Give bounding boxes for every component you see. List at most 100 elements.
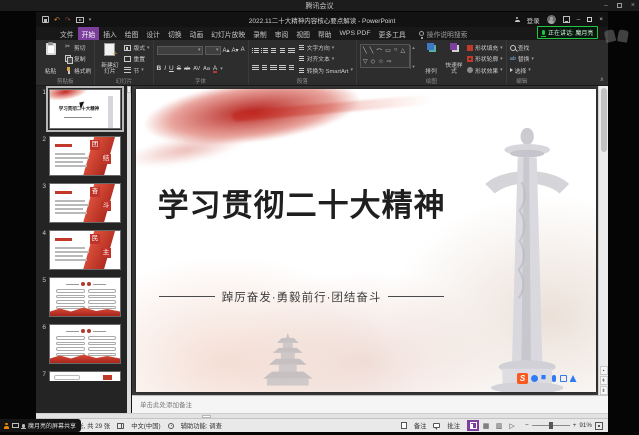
shape-icon[interactable]: ⌒ [376,47,382,56]
font-size-combo[interactable]: ▾ [205,46,221,55]
accessibility-status[interactable]: 辅助功能: 调查 [181,421,222,430]
language-label[interactable]: 中文(中国) [131,421,160,430]
copy-button[interactable]: 复制 [65,54,91,63]
shape-outline-button[interactable]: 形状轮廓▾ [467,54,503,63]
scroll-up-icon[interactable] [127,86,131,93]
shape-icon[interactable]: ○ [394,47,398,56]
ime-mic-icon[interactable] [552,375,556,382]
sign-in-label[interactable]: 登录 [527,15,540,25]
save-icon[interactable] [42,16,49,23]
tab-animations[interactable]: 动画 [186,27,208,41]
zoom-in-icon[interactable]: + [573,422,577,429]
notes-toggle-label[interactable]: 备注 [414,421,427,430]
shrink-font-button[interactable]: A▾ [232,47,239,54]
meeting-close-button[interactable]: × [631,2,635,9]
zoom-out-icon[interactable]: − [525,422,529,429]
ime-skin-icon[interactable] [570,375,577,382]
ppt-restore-button[interactable] [587,17,592,22]
slide-title[interactable]: 学习贯彻二十大精神 [150,180,454,225]
clear-formatting-button[interactable]: A [241,47,245,53]
shapes-scroll[interactable]: ▲▼ [410,45,416,69]
sogou-ime-logo[interactable]: S [517,373,528,384]
shape-icon[interactable]: ╲ [363,47,367,56]
justify-icon[interactable] [279,64,286,71]
thumbnail-slide-3[interactable]: 奋 斗 [49,183,121,223]
shapes-gallery[interactable]: ╲ ╲ ⌒ ▭ ○ △ ▽ ◇ ☆ ⇨ ▲▼ [360,44,410,68]
vertical-scrollbar[interactable]: ▪ ⇞ ⇟ [598,86,608,395]
zoom-level[interactable]: 91% [579,422,592,429]
change-case-button[interactable]: Aa [203,66,210,72]
align-right-icon[interactable] [270,64,277,71]
normal-view-icon[interactable] [467,420,479,431]
bold-button[interactable]: B [157,65,162,72]
text-direction-button[interactable]: 文字方向▾ [298,43,353,52]
thumbnail-slide-5[interactable] [49,277,121,317]
tab-transitions[interactable]: 切换 [164,27,186,41]
ppt-minimize-button[interactable]: – [577,16,581,23]
thumbnail-scrollbar[interactable] [127,86,131,413]
redo-icon[interactable]: ↷ [65,16,71,24]
undo-icon[interactable]: ↶ [54,16,60,24]
shape-icon[interactable]: ☆ [378,58,383,65]
replace-button[interactable]: ab替换▾ [510,54,534,63]
splitter-grip[interactable] [202,415,211,418]
section-button[interactable]: 节▾ [124,66,149,75]
line-spacing-icon[interactable] [288,47,295,54]
customize-quick-access-icon[interactable]: ▾ [89,17,92,23]
tab-insert[interactable]: 插入 [99,27,121,41]
numbering-icon[interactable] [261,47,268,54]
tab-design[interactable]: 设计 [142,27,164,41]
slide-subtitle[interactable]: 踔厉奋发·勇毅前行·团结奋斗 [141,289,463,305]
cut-button[interactable]: 剪切 [65,43,91,52]
reset-button[interactable]: 重置 [124,54,149,63]
thumbnail-slide-7[interactable] [49,371,121,381]
tell-me-search[interactable]: 操作说明搜索 [419,29,468,39]
tab-draw[interactable]: 绘图 [121,27,143,41]
ime-keyboard-icon[interactable] [560,375,567,382]
slide-editor[interactable]: 学习贯彻二十大精神 踔厉奋发·勇毅前行·团结奋斗 S [136,89,596,392]
grow-font-button[interactable]: A▴ [223,47,230,54]
next-slide-icon[interactable]: ⇟ [600,386,608,395]
scrollbar-thumb[interactable] [601,88,607,152]
font-color-button[interactable]: A [213,65,217,72]
new-slide-button[interactable]: 新建幻灯片 [98,42,121,76]
align-text-button[interactable]: 对齐文本▾ [298,54,353,63]
tab-slideshow[interactable]: 幻灯片放映 [207,27,249,41]
thumbnail-slide-1[interactable]: 学习贯彻二十大精神 [49,89,121,129]
fit-slide-icon[interactable] [595,422,603,430]
shadow-button[interactable]: ab [184,66,190,72]
notes-toggle-icon[interactable] [401,422,407,429]
arrange-button[interactable]: 排列 [421,42,441,76]
previous-slide-icon[interactable]: ⇞ [600,376,608,385]
font-name-combo[interactable]: ▾ [157,46,203,55]
decrease-indent-icon[interactable] [270,47,277,54]
tab-home[interactable]: 开始 [78,27,100,41]
tab-help[interactable]: 帮助 [314,27,336,41]
slideshow-view-icon[interactable]: ▷ [506,420,518,431]
layout-button[interactable]: 版式▾ [124,43,149,52]
font-color-dropdown-icon[interactable]: ▾ [220,66,223,72]
shape-effects-button[interactable]: 形状效果▾ [467,66,503,75]
find-button[interactable]: 查找 [510,43,534,52]
align-center-icon[interactable] [261,64,268,71]
columns-icon[interactable] [288,64,295,71]
collapse-ribbon-icon[interactable]: ∧ [600,76,604,83]
ppt-close-button[interactable]: × [599,16,603,23]
slideshow-icon[interactable] [76,17,84,23]
comments-toggle-icon[interactable] [433,423,440,428]
shape-icon[interactable]: ▽ [363,58,368,65]
ribbon-display-options-icon[interactable] [563,16,570,23]
strikethrough-button[interactable]: S [177,65,181,72]
format-painter-button[interactable]: 格式刷 [65,66,91,75]
shape-fill-button[interactable]: 形状填充▾ [467,43,503,52]
tab-review[interactable]: 审阅 [271,27,293,41]
convert-smartart-button[interactable]: 转换为 SmartArt▾ [298,66,353,75]
tab-file[interactable]: 文件 [56,27,78,41]
thumbnail-slide-6[interactable] [49,324,121,364]
pane-splitter[interactable] [36,413,608,418]
slide-sorter-view-icon[interactable]: ▦ [480,420,492,431]
tab-record[interactable]: 录制 [249,27,271,41]
character-spacing-button[interactable]: AV [193,66,200,72]
align-left-icon[interactable] [252,64,259,71]
shape-icon[interactable]: △ [401,47,406,56]
